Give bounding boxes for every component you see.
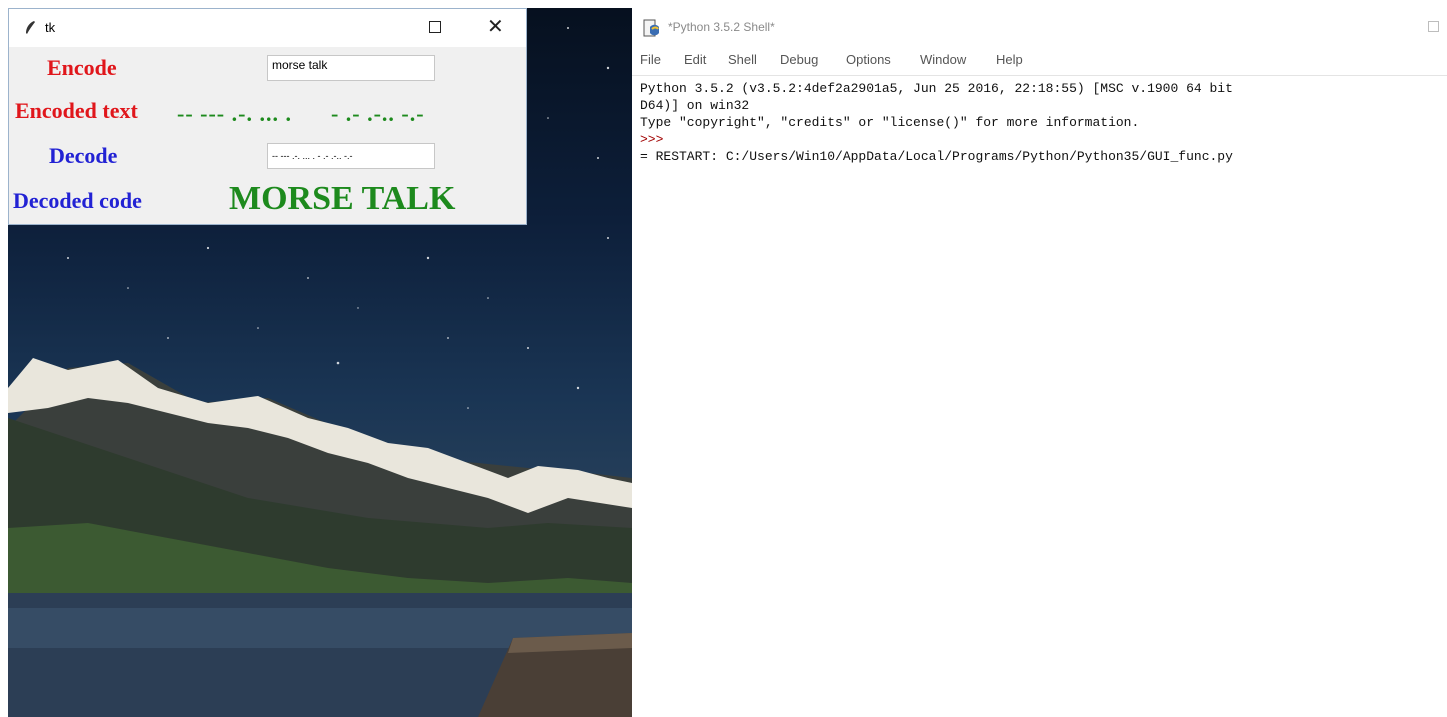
menu-file[interactable]: File <box>640 52 661 67</box>
menu-edit[interactable]: Edit <box>684 52 706 67</box>
console-line: D64)] on win32 <box>640 98 750 113</box>
console-restart-line: = RESTART: C:/Users/Win10/AppData/Local/… <box>640 149 1233 164</box>
decoded-code-label: Decoded code <box>13 188 142 213</box>
python-shell-window: *Python 3.5.2 Shell* File Edit Shell Deb… <box>632 8 1447 717</box>
shell-console[interactable]: Python 3.5.2 (v3.5.2:4def2a2901a5, Jun 2… <box>640 80 1233 165</box>
feather-icon <box>26 21 35 34</box>
maximize-icon[interactable] <box>1428 21 1439 32</box>
tk-titlebar[interactable]: tk ✕ <box>9 9 526 47</box>
menu-debug[interactable]: Debug <box>780 52 818 67</box>
encoded-text-label: Encoded text <box>15 98 138 123</box>
encode-label: Encode <box>47 55 117 80</box>
tk-window: tk ✕ Encode morse talk Encoded text -- -… <box>8 8 527 225</box>
idle-icon <box>643 19 659 37</box>
decoded-code-value: MORSE TALK <box>229 180 456 217</box>
console-line: Python 3.5.2 (v3.5.2:4def2a2901a5, Jun 2… <box>640 81 1233 96</box>
console-prompt: >>> <box>640 132 664 147</box>
menu-separator <box>632 75 1447 76</box>
shell-window-title: *Python 3.5.2 Shell* <box>668 20 775 34</box>
decode-input[interactable]: -- --- .-. ... . - .- .-.. -.- <box>267 143 435 169</box>
close-icon[interactable]: ✕ <box>487 15 504 39</box>
tk-window-title: tk <box>45 20 56 35</box>
encode-input[interactable]: morse talk <box>267 55 435 81</box>
menu-window[interactable]: Window <box>920 52 966 67</box>
menu-shell[interactable]: Shell <box>728 52 757 67</box>
maximize-icon[interactable] <box>429 21 441 33</box>
console-line: Type "copyright", "credits" or "license(… <box>640 115 1140 130</box>
decode-label: Decode <box>49 143 118 168</box>
menu-options[interactable]: Options <box>846 52 891 67</box>
menu-help[interactable]: Help <box>996 52 1023 67</box>
encoded-text-value: -- --- .-. ... . - .- .-.. -.- <box>177 101 425 126</box>
shell-titlebar[interactable]: *Python 3.5.2 Shell* <box>632 8 1447 46</box>
shell-menubar: File Edit Shell Debug Options Window Hel… <box>632 52 1447 74</box>
